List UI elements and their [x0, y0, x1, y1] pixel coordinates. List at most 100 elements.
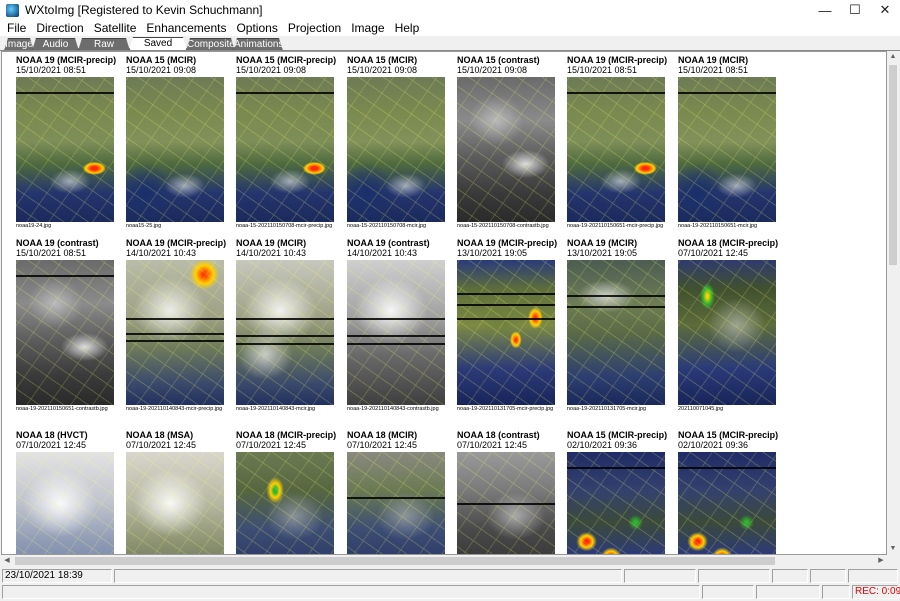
thumbnail-datetime: 15/10/2021 08:51 — [678, 65, 749, 75]
satellite-image-preview[interactable] — [126, 77, 224, 222]
saved-image-thumbnail[interactable]: NOAA 19 (MCIR-precip) 14/10/2021 10:43 noa… — [126, 238, 226, 418]
horizontal-scroll-thumb[interactable] — [15, 557, 775, 565]
satellite-image-preview[interactable] — [678, 260, 776, 405]
menu-enhancements[interactable]: Enhancements — [141, 20, 231, 36]
satellite-image-preview[interactable] — [457, 77, 555, 222]
saved-image-thumbnail[interactable]: NOAA 19 (contrast) 14/10/2021 10:43 noaa-1… — [347, 238, 447, 418]
menu-file[interactable]: File — [2, 20, 31, 36]
thumbnail-satellite-label: NOAA 19 (MCIR-precip) — [16, 55, 117, 65]
menu-direction[interactable]: Direction — [31, 20, 88, 36]
app-icon — [6, 3, 19, 17]
thumbnail-satellite-label: NOAA 19 (MCIR) — [236, 238, 307, 248]
noise-scanline — [457, 503, 555, 505]
satellite-image-preview[interactable] — [126, 452, 224, 554]
satellite-image-preview[interactable] — [567, 452, 665, 554]
satellite-image-preview[interactable] — [457, 452, 555, 554]
satellite-image-preview[interactable] — [236, 77, 334, 222]
thumbnail-satellite-label: NOAA 19 (MCIR) — [678, 55, 749, 65]
thumbnail-filename: noaa-19-202110131705-mcir.jpg — [567, 406, 647, 412]
vertical-scrollbar[interactable]: ▲ ▼ — [887, 51, 899, 555]
tab-saved-images[interactable]: Saved Images — [129, 37, 187, 51]
close-button[interactable]: ✕ — [870, 0, 900, 20]
status-field-1 — [114, 569, 622, 583]
thumbnail-datetime: 07/10/2021 12:45 — [126, 440, 197, 450]
saved-image-thumbnail[interactable]: NOAA 15 (MCIR-precip) 02/10/2021 09:36 — [567, 430, 667, 554]
status-field-6 — [848, 569, 898, 583]
scroll-down-arrow-icon[interactable]: ▼ — [887, 543, 899, 555]
saved-image-thumbnail[interactable]: NOAA 18 (MSA) 07/10/2021 12:45 — [126, 430, 226, 554]
status-field-9 — [822, 585, 850, 599]
thumbnail-satellite-label: NOAA 19 (MCIR-precip) — [457, 238, 558, 248]
satellite-image-preview[interactable] — [16, 77, 114, 222]
satellite-image-preview[interactable] — [567, 260, 665, 405]
saved-image-thumbnail[interactable]: NOAA 15 (MCIR) 15/10/2021 09:08 noaa15-25.… — [126, 55, 226, 235]
satellite-image-preview[interactable] — [16, 260, 114, 405]
thumbnail-satellite-label: NOAA 18 (MCIR) — [347, 430, 418, 440]
satellite-image-preview[interactable] — [347, 452, 445, 554]
satellite-image-preview[interactable] — [347, 77, 445, 222]
minimize-button[interactable]: — — [810, 0, 840, 20]
satellite-image-preview[interactable] — [126, 260, 224, 405]
menu-satellite[interactable]: Satellite — [89, 20, 142, 36]
saved-image-thumbnail[interactable]: NOAA 15 (MCIR) 15/10/2021 09:08 noaa-15-20… — [347, 55, 447, 235]
menu-projection[interactable]: Projection — [283, 20, 346, 36]
scroll-left-arrow-icon[interactable]: ◀ — [1, 555, 13, 567]
maximize-button[interactable]: ☐ — [840, 0, 870, 20]
saved-image-thumbnail[interactable]: NOAA 15 (MCIR-precip) 02/10/2021 09:36 — [678, 430, 778, 554]
tab-strip: Image Audio Files Raw Images Composites … — [0, 37, 900, 51]
status-field-3 — [698, 569, 770, 583]
satellite-image-preview[interactable] — [678, 77, 776, 222]
noise-scanline — [347, 343, 445, 345]
status-field-8 — [756, 585, 820, 599]
satellite-image-preview[interactable] — [347, 260, 445, 405]
noise-scanline — [236, 92, 334, 94]
saved-image-thumbnail[interactable]: NOAA 19 (MCIR-precip) 13/10/2021 19:05 noa… — [457, 238, 557, 418]
menu-help[interactable]: Help — [390, 20, 425, 36]
scroll-right-arrow-icon[interactable]: ▶ — [875, 555, 887, 567]
thumbnail-satellite-label: NOAA 15 (MCIR) — [347, 55, 418, 65]
status-field-5 — [810, 569, 846, 583]
satellite-image-preview[interactable] — [236, 260, 334, 405]
satellite-image-preview[interactable] — [236, 452, 334, 554]
thumbnail-datetime: 07/10/2021 12:45 — [457, 440, 528, 450]
noise-scanline — [16, 92, 114, 94]
satellite-image-preview[interactable] — [16, 452, 114, 554]
saved-image-thumbnail[interactable]: NOAA 18 (HVCT) 07/10/2021 12:45 — [16, 430, 116, 554]
saved-image-thumbnail[interactable]: NOAA 15 (contrast) 15/10/2021 09:08 noaa-1… — [457, 55, 557, 235]
saved-image-thumbnail[interactable]: NOAA 18 (MCIR-precip) 07/10/2021 12:45 202… — [678, 238, 778, 418]
noise-scanline — [236, 343, 334, 345]
noise-scanline — [16, 275, 114, 277]
saved-images-gallery: NOAA 19 (MCIR-precip) 15/10/2021 08:51 noa… — [1, 51, 887, 555]
saved-image-thumbnail[interactable]: NOAA 15 (MCIR-precip) 15/10/2021 09:08 noa… — [236, 55, 336, 235]
saved-image-thumbnail[interactable]: NOAA 19 (MCIR) 14/10/2021 10:43 noaa-19-20… — [236, 238, 336, 418]
thumbnail-datetime: 15/10/2021 09:08 — [347, 65, 418, 75]
satellite-image-preview[interactable] — [457, 260, 555, 405]
saved-image-thumbnail[interactable]: NOAA 18 (MCIR) 07/10/2021 12:45 — [347, 430, 447, 554]
status-field-4 — [772, 569, 808, 583]
menu-options[interactable]: Options — [231, 20, 282, 36]
thumbnail-datetime: 02/10/2021 09:36 — [678, 440, 749, 450]
noise-scanline — [126, 340, 224, 342]
saved-image-thumbnail[interactable]: NOAA 19 (MCIR-precip) 15/10/2021 08:51 noa… — [16, 55, 116, 235]
thumbnail-satellite-label: NOAA 18 (contrast) — [457, 430, 540, 440]
satellite-image-preview[interactable] — [678, 452, 776, 554]
saved-image-thumbnail[interactable]: NOAA 19 (MCIR) 13/10/2021 19:05 noaa-19-20… — [567, 238, 667, 418]
title-bar: WXtoImg [Registered to Kevin Schuchmann]… — [0, 0, 900, 20]
satellite-image-preview[interactable] — [567, 77, 665, 222]
saved-image-thumbnail[interactable]: NOAA 18 (MCIR-precip) 07/10/2021 12:45 — [236, 430, 336, 554]
thumbnail-satellite-label: NOAA 15 (MCIR) — [126, 55, 197, 65]
thumbnail-datetime: 15/10/2021 09:08 — [126, 65, 197, 75]
saved-image-thumbnail[interactable]: NOAA 19 (contrast) 15/10/2021 08:51 noaa-1… — [16, 238, 116, 418]
window-controls: — ☐ ✕ — [810, 0, 900, 20]
saved-image-thumbnail[interactable]: NOAA 19 (MCIR-precip) 15/10/2021 08:51 noa… — [567, 55, 667, 235]
thumbnail-datetime: 13/10/2021 19:05 — [567, 248, 638, 258]
vertical-scroll-thumb[interactable] — [889, 65, 897, 265]
thumbnail-filename: noaa-19-202110140843-mcir.jpg — [236, 406, 316, 412]
saved-image-thumbnail[interactable]: NOAA 19 (MCIR) 15/10/2021 08:51 noaa-19-20… — [678, 55, 778, 235]
thumbnail-satellite-label: NOAA 18 (MSA) — [126, 430, 194, 440]
menu-image[interactable]: Image — [346, 20, 389, 36]
scroll-up-arrow-icon[interactable]: ▲ — [887, 51, 899, 63]
noise-scanline — [347, 318, 445, 320]
saved-image-thumbnail[interactable]: NOAA 18 (contrast) 07/10/2021 12:45 — [457, 430, 557, 554]
horizontal-scrollbar[interactable]: ◀ ▶ — [1, 555, 887, 567]
